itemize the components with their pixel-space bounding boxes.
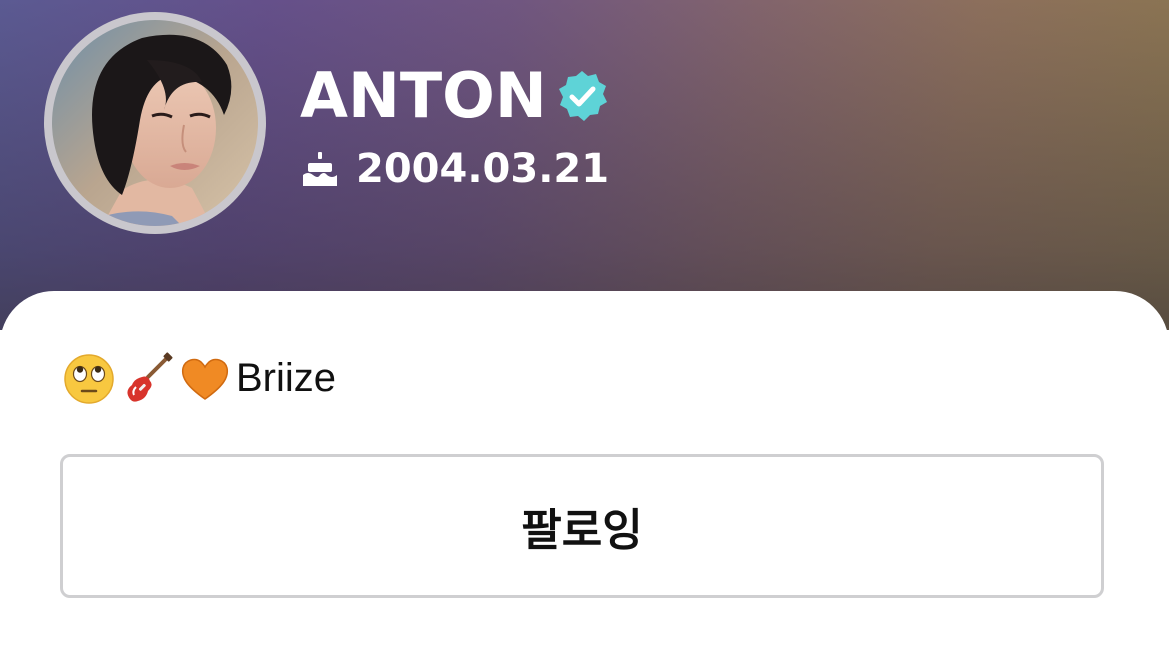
face-with-rolling-eyes-icon [62,351,116,405]
guitar-icon [120,351,174,405]
profile-name-row: ANTON [300,56,609,136]
profile-bio: Briize [62,350,336,406]
following-button-label: 팔로잉 [521,505,643,556]
bio-text: Briize [236,355,337,400]
birthday-row: 2004.03.21 [300,142,609,196]
birthday-date: 2004.03.21 [356,146,610,192]
orange-heart-icon [178,351,232,405]
verified-badge-icon [555,69,609,123]
following-button[interactable]: 팔로잉 [60,454,1104,598]
cake-icon [300,149,340,189]
avatar[interactable] [52,20,258,226]
profile-name: ANTON [300,59,547,132]
